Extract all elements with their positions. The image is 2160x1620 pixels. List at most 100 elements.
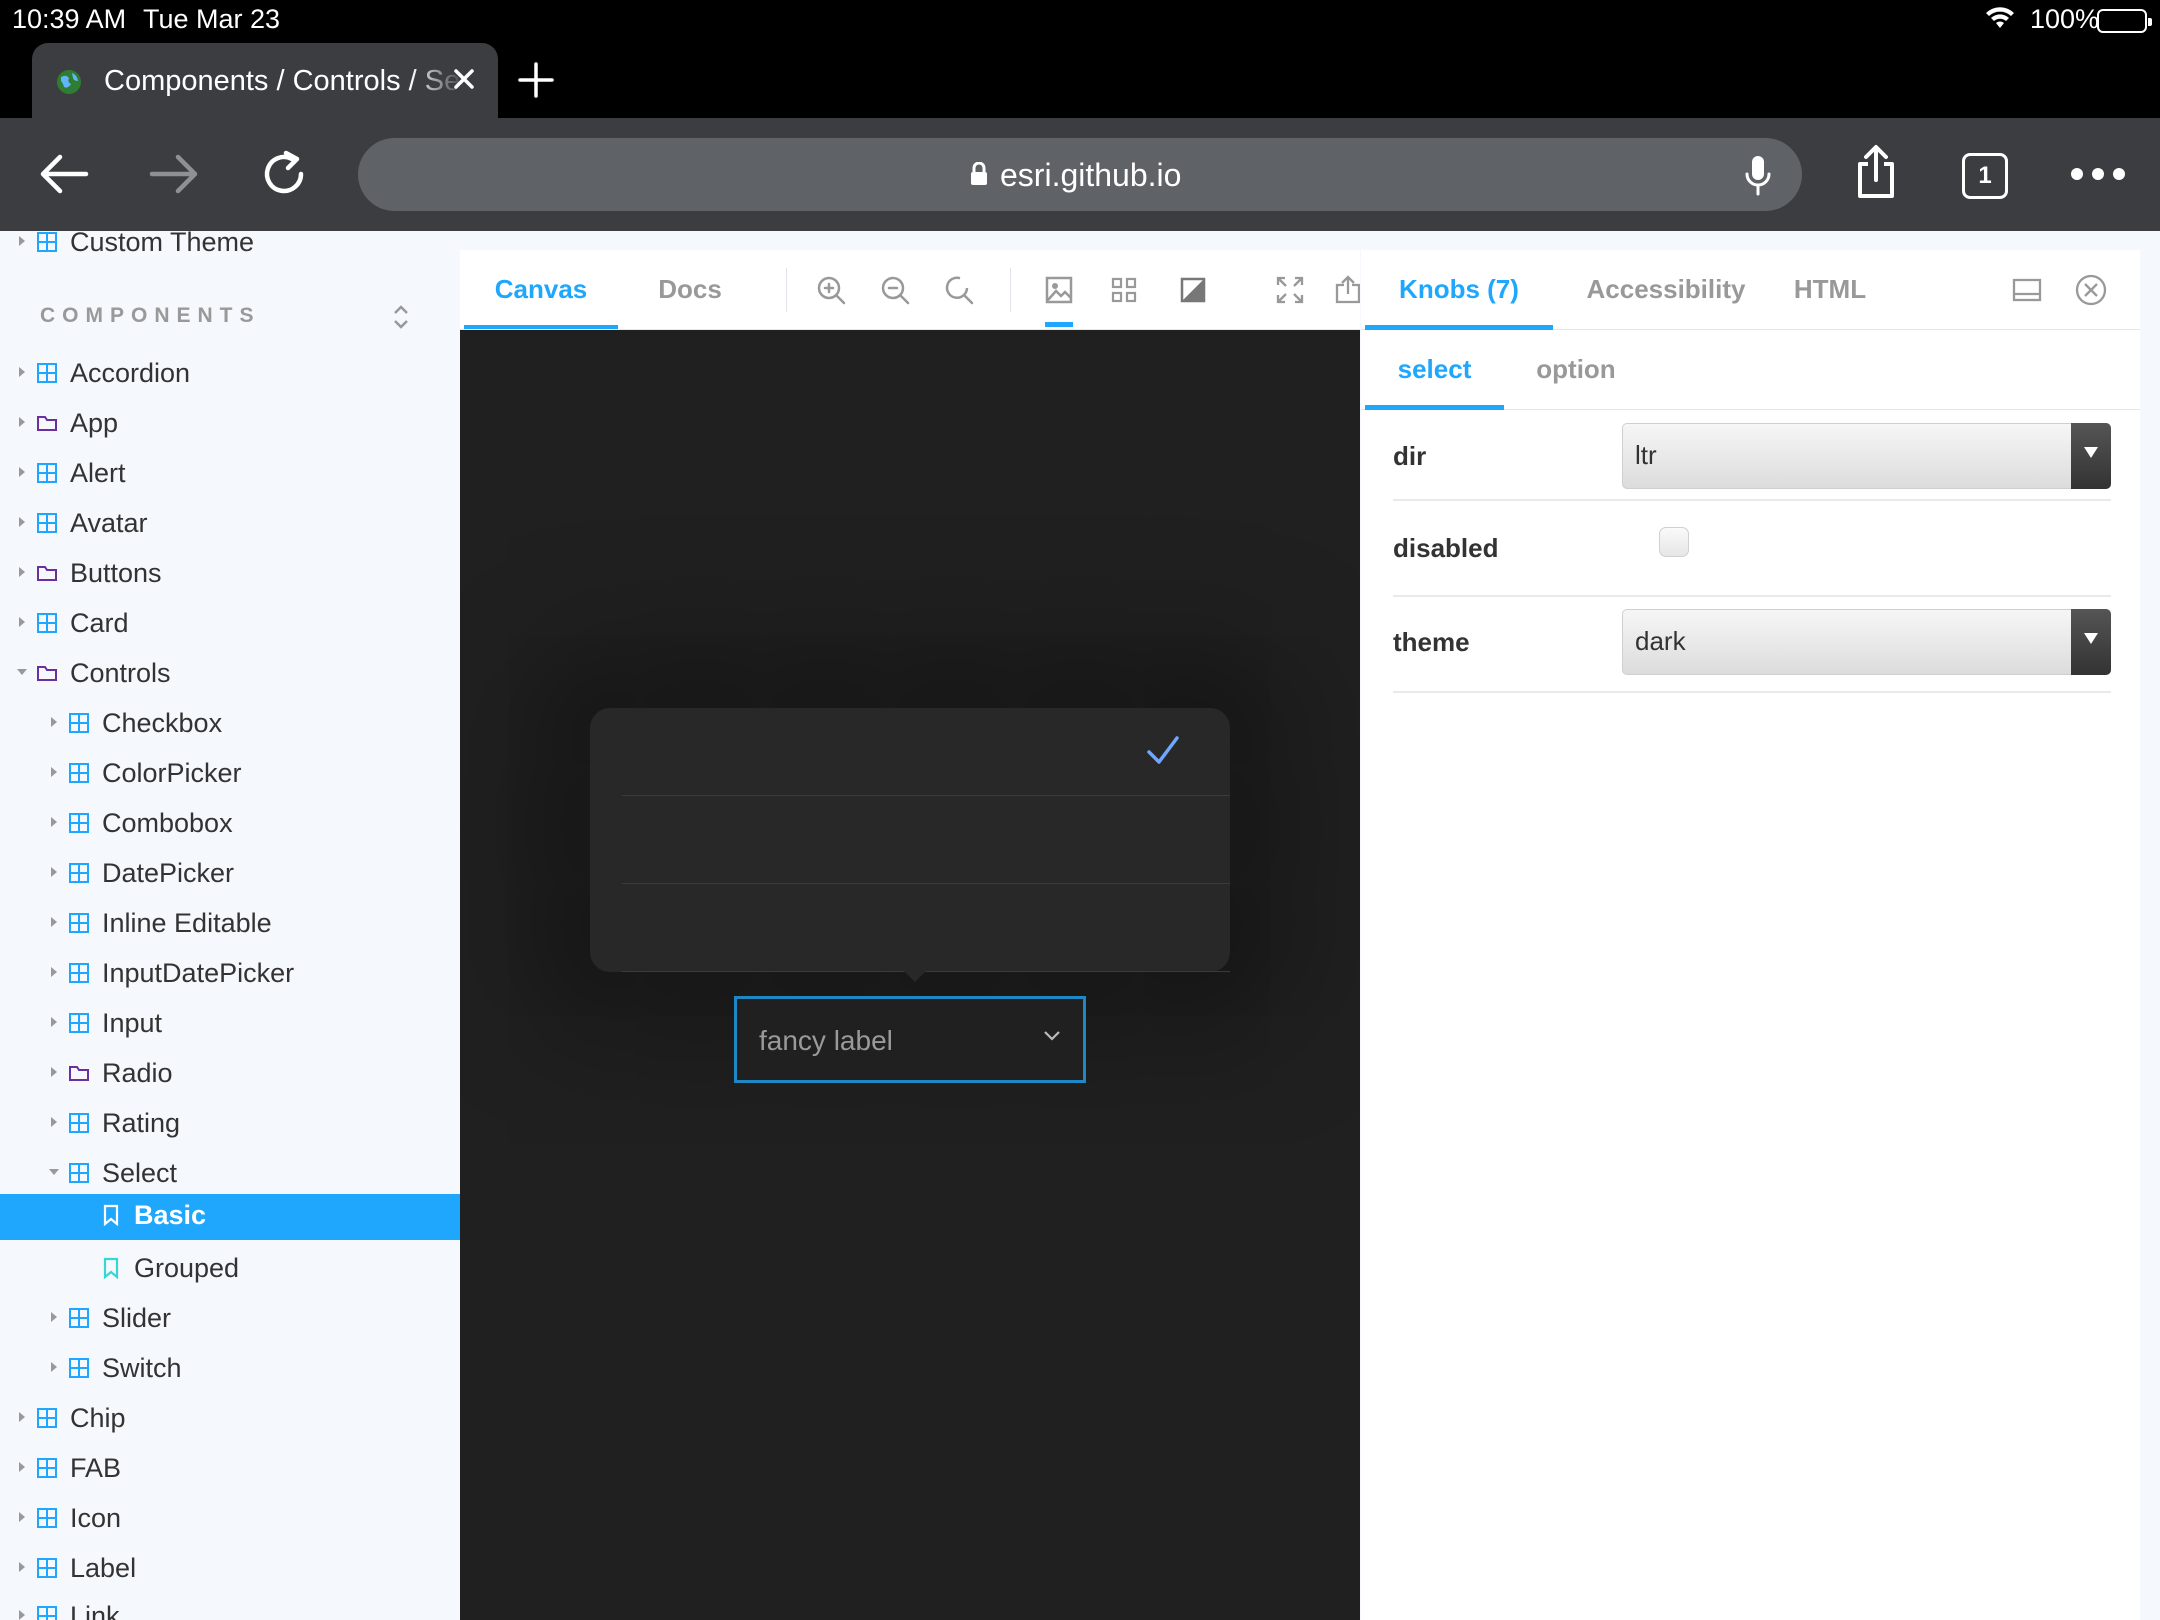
background-icon[interactable] [1041,272,1077,327]
sidebar-item-label: Inline Editable [102,908,272,938]
zoom-reset-icon[interactable] [941,272,977,308]
close-panel-icon[interactable] [2073,272,2109,308]
component-icon [69,1358,89,1378]
sidebar-item-label: Buttons [70,558,162,588]
theme-select[interactable]: dark [1622,609,2111,675]
sidebar-item-link[interactable]: Link [0,1595,460,1620]
sidebar-item-avatar[interactable]: Avatar [0,502,460,548]
select-option[interactable] [622,796,1230,884]
forward-icon[interactable] [144,144,204,204]
address-bar[interactable]: esri.github.io [358,138,1802,211]
tab-title: Components / Controls / Select [104,65,464,97]
tab-select[interactable]: select [1365,330,1504,410]
sidebar-item-label: Select [102,1158,178,1188]
sidebar-item-app[interactable]: App [0,402,460,448]
caret-right-icon [51,817,57,827]
caret-right-icon [51,867,57,877]
sidebar-item-alert[interactable]: Alert [0,452,460,498]
select-option-selected[interactable] [622,708,1230,796]
caret-right-icon [19,567,25,577]
sidebar-item-inputdatepicker[interactable]: InputDatePicker [0,952,460,998]
tab-docs[interactable]: Docs [630,250,750,329]
tab-canvas[interactable]: Canvas [464,250,618,329]
battery-icon [2097,9,2152,33]
sidebar-item-fab[interactable]: FAB [0,1447,460,1493]
select-option[interactable] [622,884,1230,972]
sidebar-item-label: ColorPicker [102,758,242,788]
folder-icon [37,666,57,681]
sidebar-item-label: DatePicker [102,858,235,888]
sidebar-item-label: Chip [70,1403,126,1433]
zoom-in-icon[interactable] [813,272,849,308]
fullscreen-icon[interactable] [1272,272,1308,308]
sidebar-item-combobox[interactable]: Combobox [0,802,460,848]
tab-count-button[interactable]: 1 [1962,153,2008,199]
dir-select[interactable]: ltr [1622,423,2111,489]
sidebar-item-radio[interactable]: Radio [0,1052,460,1098]
sidebar-item-accordion[interactable]: Accordion [0,352,460,398]
tab-knobs[interactable]: Knobs (7) [1365,250,1553,330]
sidebar-item-icon[interactable]: Icon [0,1497,460,1543]
status-date: Tue Mar 23 [143,4,281,34]
browser-tab[interactable]: Components / Controls / Select [32,43,498,118]
sidebar-item-rating[interactable]: Rating [0,1102,460,1148]
open-new-icon[interactable] [1330,272,1360,308]
battery-percent: 100% [2030,4,2100,34]
sidebar-item-inline-editable[interactable]: Inline Editable [0,902,460,948]
sidebar-item-label: Label [70,1553,137,1583]
reload-icon[interactable] [254,144,314,204]
caret-right-icon [51,1117,57,1127]
tab-html[interactable]: HTML [1785,250,1875,330]
component-icon [69,713,89,733]
caret-right-icon [19,467,25,477]
sidebar-item-colorpicker[interactable]: ColorPicker [0,752,460,798]
sidebar-item-controls[interactable]: Controls [0,652,460,698]
sidebar-item-switch[interactable]: Switch [0,1347,460,1393]
fancy-select[interactable]: fancy label [734,996,1086,1083]
close-icon[interactable] [446,61,482,97]
microphone-icon[interactable] [1743,154,1773,196]
share-icon[interactable] [1846,142,1906,202]
bookmark-icon [103,1257,119,1279]
new-tab-icon[interactable] [516,60,556,100]
sidebar-item-label: Combobox [102,808,233,838]
zoom-out-icon[interactable] [877,272,913,308]
sidebar-item-card[interactable]: Card [0,602,460,648]
sidebar-item-checkbox[interactable]: Checkbox [0,702,460,748]
more-icon[interactable] [2068,144,2128,204]
component-icon [37,363,57,383]
sidebar-item-basic[interactable]: Basic [0,1194,460,1240]
browser-toolbar: esri.github.io 1 [0,118,2160,231]
status-time: 10:39 AM [12,4,127,34]
component-icon [69,863,89,883]
sidebar-item-slider[interactable]: Slider [0,1297,460,1343]
knob-label: disabled [1393,533,1499,563]
sidebar-item-chip[interactable]: Chip [0,1397,460,1443]
sidebar-item-buttons[interactable]: Buttons [0,552,460,598]
sidebar-item-grouped[interactable]: Grouped [0,1247,460,1293]
sidebar-item-custom-theme[interactable]: Custom Theme [0,231,460,267]
sidebar-item-label: Basic [134,1200,207,1230]
caret-right-icon [19,1512,25,1522]
sidebar-item-label: Avatar [70,508,148,538]
contrast-icon[interactable] [1175,272,1211,308]
sidebar-item-label: Alert [70,458,126,488]
disabled-checkbox[interactable] [1659,527,1689,557]
caret-right-icon [19,517,25,527]
sidebar-item-label[interactable]: Label [0,1547,460,1593]
screen: 10:39 AM Tue Mar 23 100% Components / Co… [0,0,2160,1620]
browser-tab-strip: Components / Controls / Select [0,40,2160,118]
sidebar-item-select[interactable]: Select [0,1152,460,1198]
tab-option[interactable]: option [1521,330,1631,410]
sidebar-item-datepicker[interactable]: DatePicker [0,852,460,898]
expand-collapse-icon[interactable] [390,303,412,331]
grid-icon[interactable] [1106,272,1142,308]
back-icon[interactable] [34,144,94,204]
panel-position-icon[interactable] [2009,272,2045,308]
caret-right-icon [19,1462,25,1472]
select-label: fancy label [759,1025,893,1056]
caret-right-icon [19,1562,25,1572]
sidebar-item-input[interactable]: Input [0,1002,460,1048]
globe-icon [57,70,81,94]
tab-accessibility[interactable]: Accessibility [1576,250,1756,330]
